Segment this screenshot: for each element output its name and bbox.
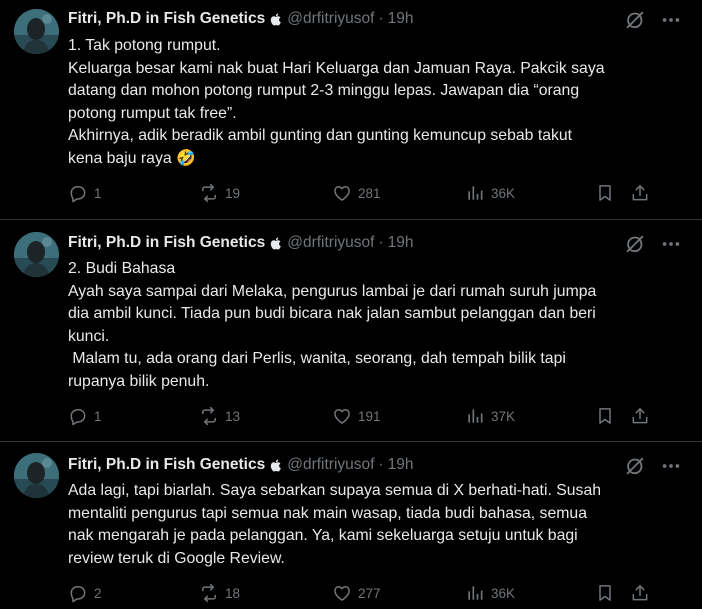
views-button[interactable]: 36K [465,582,515,604]
views-icon [465,406,485,426]
action-bar: 1 19 281 36K [68,182,692,204]
reply-count: 2 [94,585,102,601]
share-button[interactable] [630,182,650,204]
display-name[interactable]: Fitri, Ph.D in Fish Genetics [68,456,265,474]
like-icon [332,406,352,426]
tweet-text: Ada lagi, tapi biarlah. Saya sebarkan su… [68,482,602,567]
grok-icon[interactable] [624,233,646,255]
views-icon [465,583,485,603]
share-icon [630,406,650,426]
view-count: 36K [491,585,516,601]
views-button[interactable]: 36K [465,182,515,204]
tweet-text: 1. Tak potong rumput. Keluarga besar kam… [68,37,605,167]
bookmark-button[interactable] [595,182,615,204]
reply-count: 1 [94,185,102,201]
bookmark-icon [595,583,615,603]
apple-icon [270,459,281,472]
action-bar: 2 18 277 36K [68,582,692,604]
bookmark-button[interactable] [595,405,615,427]
repost-button[interactable]: 19 [199,182,240,204]
bookmark-button[interactable] [595,582,615,604]
share-button[interactable] [630,405,650,427]
reply-icon [68,183,88,203]
tweet-header: Fitri, Ph.D in Fish Genetics @drfitriyus… [68,8,690,30]
like-count: 281 [358,185,381,201]
share-icon [630,183,650,203]
timestamp[interactable]: 19h [388,234,414,252]
handle[interactable]: @drfitriyusof [287,456,374,474]
reply-icon [68,406,88,426]
more-icon[interactable] [660,455,682,477]
repost-count: 19 [225,185,241,201]
like-count: 277 [358,585,381,601]
avatar[interactable] [14,453,59,498]
tweet-header: Fitri, Ph.D in Fish Genetics @drfitriyus… [68,454,690,476]
avatar[interactable] [14,9,59,54]
repost-icon [199,183,219,203]
timestamp[interactable]: 19h [388,10,414,28]
apple-icon [270,237,281,250]
like-count: 191 [358,408,381,424]
handle[interactable]: @drfitriyusof [287,10,374,28]
timestamp[interactable]: 19h [388,456,414,474]
views-icon [465,183,485,203]
more-icon[interactable] [660,233,682,255]
display-name[interactable]: Fitri, Ph.D in Fish Genetics [68,234,265,252]
repost-count: 13 [225,408,241,424]
separator-dot: · [378,456,384,473]
tweet-1[interactable]: Fitri, Ph.D in Fish Genetics @drfitriyus… [0,0,702,219]
tweet-text: 2. Budi Bahasa Ayah saya sampai dari Mel… [68,260,597,390]
repost-button[interactable]: 18 [199,582,240,604]
share-icon [630,583,650,603]
avatar[interactable] [14,232,59,277]
repost-icon [199,406,219,426]
repost-button[interactable]: 13 [199,405,240,427]
repost-count: 18 [225,585,241,601]
like-icon [332,183,352,203]
display-name[interactable]: Fitri, Ph.D in Fish Genetics [68,10,265,28]
reply-button[interactable]: 1 [68,405,102,427]
view-count: 37K [491,408,516,424]
like-button[interactable]: 191 [332,405,381,427]
grok-icon[interactable] [624,455,646,477]
reply-button[interactable]: 1 [68,182,102,204]
share-button[interactable] [630,582,650,604]
view-count: 36K [491,185,516,201]
bookmark-icon [595,183,615,203]
tweet-3[interactable]: Fitri, Ph.D in Fish Genetics @drfitriyus… [0,441,702,609]
reply-icon [68,583,88,603]
reply-button[interactable]: 2 [68,582,102,604]
separator-dot: · [378,10,384,27]
action-bar: 1 13 191 37K [68,405,692,427]
like-button[interactable]: 281 [332,182,381,204]
grok-icon[interactable] [624,9,646,31]
separator-dot: · [378,234,384,251]
like-button[interactable]: 277 [332,582,381,604]
repost-icon [199,583,219,603]
tweet-2[interactable]: Fitri, Ph.D in Fish Genetics @drfitriyus… [0,219,702,441]
tweet-header: Fitri, Ph.D in Fish Genetics @drfitriyus… [68,232,690,254]
more-icon[interactable] [660,9,682,31]
apple-icon [270,13,281,26]
bookmark-icon [595,406,615,426]
like-icon [332,583,352,603]
reply-count: 1 [94,408,102,424]
views-button[interactable]: 37K [465,405,515,427]
handle[interactable]: @drfitriyusof [287,234,374,252]
